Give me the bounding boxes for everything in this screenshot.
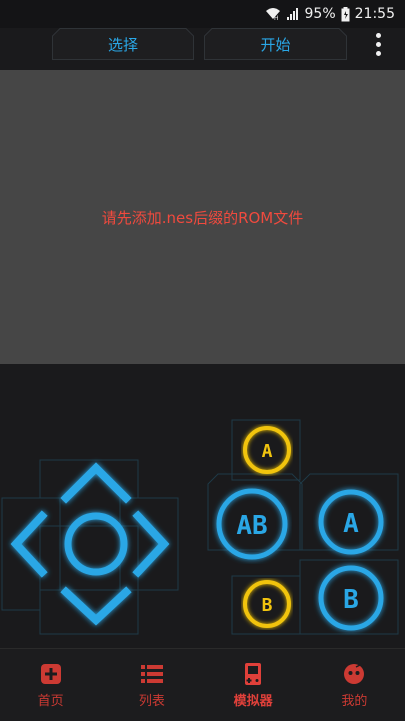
virtual-controller: A AB A B B [0, 364, 405, 648]
a-ring-icon: A [318, 489, 384, 555]
nav-label-home: 首页 [37, 693, 64, 709]
nav-label-profile: 我的 [341, 693, 368, 709]
svg-text:H: H [274, 15, 279, 21]
b-label: B [343, 585, 359, 615]
start-button[interactable]: 开始 [204, 28, 347, 60]
emulator-screen: 请先添加.nes后缀的ROM文件 [0, 70, 405, 364]
wifi-icon: H [265, 7, 281, 21]
turbo-a-label: A [262, 441, 273, 462]
select-button-label: 选择 [107, 35, 138, 54]
nav-label-emulator: 模拟器 [233, 693, 273, 709]
turbo-a-ring-icon: A [243, 426, 291, 474]
nav-label-list: 列表 [138, 693, 165, 709]
b-ring-icon: B [318, 565, 384, 631]
nav-item-home[interactable]: 首页 [0, 649, 101, 721]
dpad-left-button[interactable] [2, 508, 58, 580]
b-button[interactable]: B [313, 560, 389, 636]
ab-label: AB [236, 511, 267, 541]
dpad-center-button[interactable] [66, 514, 126, 574]
no-rom-message: 请先添加.nes后缀的ROM文件 [101, 208, 304, 227]
nav-item-list[interactable]: 列表 [101, 649, 202, 721]
nav-item-emulator[interactable]: 模拟器 [203, 649, 304, 721]
dpad-right-button[interactable] [132, 508, 178, 580]
ab-ring-icon: AB [216, 488, 288, 560]
dpad-up-button[interactable] [60, 460, 134, 508]
status-icons: H 95% 21:55 [265, 4, 395, 24]
nav-item-profile[interactable]: 我的 [304, 649, 405, 721]
turbo-b-ring-icon: B [243, 580, 291, 628]
status-bar: H 95% 21:55 [0, 0, 405, 28]
list-icon [140, 662, 164, 686]
turbo-a-button[interactable]: A [241, 424, 293, 476]
home-plus-icon [39, 662, 63, 686]
battery-percent: 95% [304, 6, 336, 22]
turbo-b-label: B [262, 595, 273, 616]
battery-icon [341, 6, 350, 22]
signal-icon [286, 7, 300, 21]
a-button[interactable]: A [313, 484, 389, 560]
turbo-b-button[interactable]: B [241, 578, 293, 630]
bottom-nav: 首页 列表 模拟器 我的 [0, 648, 405, 721]
a-label: A [343, 509, 359, 539]
start-button-label: 开始 [260, 35, 291, 54]
dpad-down-button[interactable] [60, 582, 134, 632]
more-options-icon[interactable] [362, 28, 394, 60]
top-toolbar: 选择 开始 [0, 28, 405, 70]
gameboy-icon [241, 662, 265, 686]
select-button[interactable]: 选择 [52, 28, 194, 60]
ab-button[interactable]: AB [212, 484, 292, 564]
profile-face-icon [342, 662, 366, 686]
status-time: 21:55 [354, 6, 395, 22]
